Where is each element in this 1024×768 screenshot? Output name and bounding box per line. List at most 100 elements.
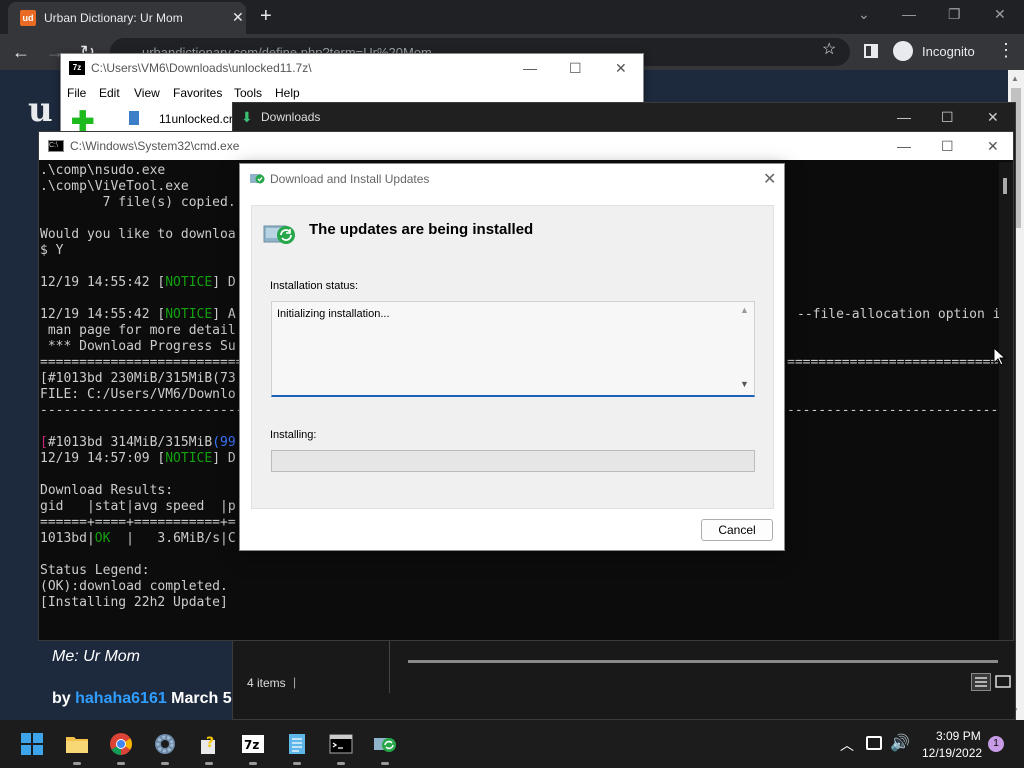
scroll-down-arrow-icon[interactable]: ▼ [740,379,749,389]
cmd-icon[interactable] [329,732,353,756]
running-indicator [73,762,81,765]
dialog-content-panel: The updates are being installed Installa… [251,205,774,509]
tab-search-chevron-icon[interactable]: ⌄ [858,6,870,23]
urban-dictionary-logo[interactable]: u [28,90,53,130]
close-tab-icon[interactable]: ✕ [232,9,244,26]
7zip-title-bar[interactable]: 7z C:\Users\VM6\Downloads\unlocked11.7z\… [61,54,643,82]
status-separator: | [293,675,297,689]
console-line: 12/19 14:57:09 [NOTICE] D [40,451,236,466]
cancel-button[interactable]: Cancel [701,519,773,541]
console-line: FILE: C:/Users/VM6/Downlo [40,387,236,402]
install-progress-bar [271,450,755,472]
new-tab-plus-icon[interactable]: + [260,5,272,28]
notepad-icon[interactable] [285,732,309,756]
side-panel-icon[interactable] [864,44,878,58]
running-indicator [117,762,125,765]
7zip-minimize-icon[interactable]: — [523,60,537,76]
menu-help[interactable]: Help [275,86,300,100]
file-icon [129,111,139,125]
installation-status-textbox[interactable]: Initializing installation... ▲ ▼ [271,301,755,397]
cmd-window-title: C:\Windows\System32\cmd.exe [70,139,240,153]
console-line: .\comp\nsudo.exe [40,163,166,178]
downloads-title-bar[interactable]: ⬇ Downloads — ☐ ✕ [233,103,1015,131]
chrome-icon[interactable] [109,732,133,756]
dialog-close-icon[interactable]: ✕ [763,169,776,189]
console-line: (OK):download completed. [40,579,228,594]
cmd-close-icon[interactable]: ✕ [987,138,999,155]
start-icon[interactable] [20,732,44,756]
clock-date[interactable]: 12/19/2022 [922,746,982,760]
running-indicator [161,762,169,765]
menu-favorites[interactable]: Favorites [173,86,222,100]
horizontal-scrollbar[interactable] [408,660,998,663]
settings-icon[interactable] [153,732,177,756]
download-arrow-icon: ⬇ [241,109,253,125]
console-line: 12/19 14:55:42 [NOTICE] D [40,275,236,290]
scroll-up-arrow-icon[interactable]: ▲ [740,305,749,315]
bookmark-star-icon[interactable]: ☆ [822,39,836,59]
author-link[interactable]: hahaha6161 [75,690,167,707]
dialog-heading: The updates are being installed [309,221,534,238]
downloads-close-icon[interactable]: ✕ [987,109,999,126]
running-indicator [293,762,301,765]
clock-time[interactable]: 3:09 PM [936,729,981,743]
console-line: ----------------------------------------… [787,403,999,418]
windows-update-icon [249,171,265,185]
console-line: ======+====+===========+= [40,515,236,530]
browser-restore-icon[interactable]: ❐ [948,6,961,23]
console-line: ========================================… [787,355,999,370]
7zip-maximize-icon[interactable]: ☐ [569,60,582,77]
details-view-icon[interactable] [971,673,991,691]
dialog-title: Download and Install Updates [270,172,430,186]
cmd-minimize-icon[interactable]: — [897,138,911,154]
installation-status-label: Installation status: [270,280,359,292]
dialog-title-bar[interactable]: Download and Install Updates ✕ [240,164,784,193]
back-arrow-icon[interactable]: ← [12,42,30,63]
installing-label: Installing: [270,429,317,441]
console-line: gid |stat|avg speed |p [40,499,236,514]
incognito-label[interactable]: Incognito [922,44,975,59]
explorer-status-bar: 4 items | [233,671,1015,695]
cmd-maximize-icon[interactable]: ☐ [941,138,954,155]
cmd-title-bar[interactable]: C:\ C:\Windows\System32\cmd.exe — ☐ ✕ [39,132,1013,160]
console-line: [#1013bd 230MiB/315MiB(73 [40,371,236,386]
network-icon[interactable] [866,736,882,750]
7zip-close-icon[interactable]: ✕ [615,60,627,77]
downloads-maximize-icon[interactable]: ☐ [941,109,954,126]
windows-update-large-icon [263,220,297,246]
console-line: [Installing 22h2 Update] [40,595,228,610]
browser-tab-strip: ud Urban Dictionary: Ur Mom ✕ + ⌄ — ❐ ✕ [0,0,1024,34]
install-updates-dialog: Download and Install Updates ✕ The updat… [239,163,785,551]
browser-tab[interactable]: ud Urban Dictionary: Ur Mom ✕ [8,2,246,34]
menu-view[interactable]: View [134,86,160,100]
menu-tools[interactable]: Tools [234,86,262,100]
7zip-icon[interactable]: 7z [241,732,265,756]
browser-minimize-icon[interactable]: — [902,6,916,22]
notification-badge[interactable]: 1 [988,736,1004,752]
browser-close-icon[interactable]: ✕ [994,6,1006,23]
help-icon[interactable]: ? [197,732,221,756]
file-explorer-icon[interactable] [65,732,89,756]
console-line: .\comp\ViVeTool.exe [40,179,189,194]
incognito-icon[interactable] [893,41,913,61]
downloads-window-title: Downloads [261,110,321,124]
running-indicator [205,762,213,765]
show-hidden-icons-chevron-icon[interactable]: ︿ [840,735,854,755]
scroll-up-arrow-icon[interactable]: ▲ [1011,74,1019,83]
menu-file[interactable]: File [67,86,86,100]
console-line: 12/19 14:55:42 [NOTICE] A [40,307,236,322]
taskbar: ? 7z ︿ 🔊 3:09 PM 12/19/2022 1 [0,720,1024,768]
browser-menu-icon[interactable]: ⋮ [997,40,1015,61]
cmd-scrollbar-thumb[interactable] [1003,178,1007,194]
status-scrollbar[interactable]: ▲ ▼ [737,303,753,391]
windows-update-icon[interactable] [373,732,397,756]
cmd-app-icon: C:\ [48,140,64,152]
archive-file-name[interactable]: 11unlocked.cr [159,112,233,126]
cmd-scrollbar[interactable] [999,162,1013,640]
menu-edit[interactable]: Edit [99,86,120,100]
large-icons-view-icon[interactable] [993,673,1013,691]
downloads-minimize-icon[interactable]: — [897,109,911,125]
console-line: 1013bd|OK | 3.6MiB/s|C [40,531,236,546]
definition-example: Me: Ur Mom [52,648,140,665]
volume-icon[interactable]: 🔊 [890,733,910,753]
